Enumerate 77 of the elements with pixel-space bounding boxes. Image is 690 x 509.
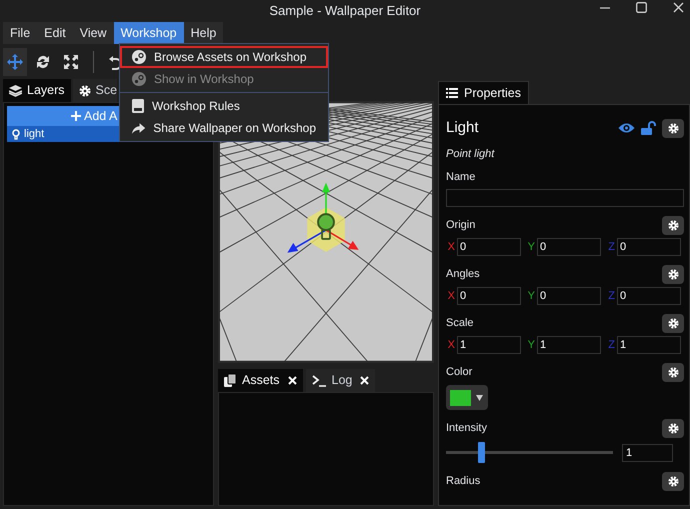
settings-button[interactable]	[662, 472, 684, 491]
number-input[interactable]: 1	[617, 336, 681, 354]
settings-icon	[668, 122, 678, 134]
menu-item[interactable]: View	[72, 22, 114, 44]
axis-label: X	[446, 240, 455, 255]
book-icon	[132, 99, 144, 113]
menu-item[interactable]: Browse Assets on Workshop	[120, 46, 328, 68]
disc-logo-icon	[132, 72, 146, 86]
axis-label: Z	[607, 240, 615, 255]
settings-icon	[668, 476, 678, 487]
axis-label: Z	[607, 338, 615, 353]
axis-label: Y	[526, 288, 535, 304]
layers-icon	[9, 84, 22, 96]
close-icon	[288, 376, 297, 385]
number-input[interactable]: 0	[457, 287, 521, 305]
maximize-icon	[636, 2, 647, 13]
panel-tab[interactable]: Log	[306, 369, 376, 392]
share-icon	[132, 122, 146, 134]
axis-label: X	[446, 338, 455, 353]
settings-icon	[668, 367, 678, 378]
menu-item[interactable]: Workshop	[114, 22, 184, 44]
text-input[interactable]	[446, 189, 684, 207]
settings-button[interactable]	[662, 118, 684, 138]
bulb-icon	[12, 128, 20, 140]
field-label: Origin	[446, 218, 476, 234]
settings-button[interactable]	[662, 419, 684, 438]
number-input[interactable]: 0	[537, 287, 601, 305]
scale-icon	[63, 54, 79, 70]
disc-logo-icon	[132, 50, 146, 64]
field-label: Scale	[446, 316, 474, 332]
terminal-icon	[312, 374, 327, 386]
rotate-icon	[35, 54, 51, 70]
close-icon	[673, 2, 684, 13]
properties-tab[interactable]: Properties	[438, 81, 529, 104]
field-label: Name	[446, 170, 476, 186]
panel-tab[interactable]: Layers	[3, 79, 71, 102]
menu-item[interactable]: File	[3, 22, 38, 44]
subtitle: Point light	[446, 146, 496, 162]
settings-button[interactable]	[662, 363, 684, 382]
list-icon	[446, 88, 458, 98]
axis-label: Z	[607, 288, 615, 304]
close-icon	[360, 376, 370, 385]
axis-label: X	[446, 288, 455, 304]
panel-tab[interactable]: Sce	[72, 79, 118, 102]
move-icon	[7, 54, 23, 70]
number-input[interactable]: 0	[537, 238, 601, 256]
documents-icon	[224, 374, 237, 387]
settings-button[interactable]	[662, 265, 684, 284]
settings-icon	[668, 318, 678, 329]
number-input[interactable]: 1	[537, 336, 601, 354]
number-input[interactable]: 1	[622, 444, 673, 462]
number-input[interactable]: 1	[457, 336, 521, 354]
number-input[interactable]: 0	[617, 238, 681, 256]
axis-label: Y	[526, 240, 535, 255]
axis-label: Y	[526, 338, 535, 353]
slider[interactable]	[446, 442, 613, 463]
panel-title: Light	[446, 118, 479, 138]
panel-tab[interactable]: Assets	[218, 369, 303, 392]
slider-thumb[interactable]	[478, 442, 486, 463]
field-label: Color	[446, 365, 472, 380]
number-input[interactable]: 0	[457, 238, 521, 256]
settings-icon	[668, 423, 678, 434]
field-label: Intensity	[446, 421, 487, 436]
plus-icon	[71, 111, 81, 121]
window-title: Sample - Wallpaper Editor	[269, 2, 421, 20]
color-picker-button[interactable]	[446, 385, 488, 410]
settings-icon	[668, 220, 678, 231]
number-input[interactable]: 0	[617, 287, 681, 305]
menu-item[interactable]: Edit	[37, 22, 73, 44]
settings-icon	[668, 269, 678, 280]
settings-button[interactable]	[662, 216, 684, 235]
menu-item[interactable]: Help	[184, 22, 224, 44]
settings-button[interactable]	[662, 314, 684, 333]
settings-icon	[78, 84, 91, 96]
field-label: Radius	[446, 474, 480, 490]
caret-icon	[476, 394, 483, 400]
field-label: Angles	[446, 267, 480, 282]
